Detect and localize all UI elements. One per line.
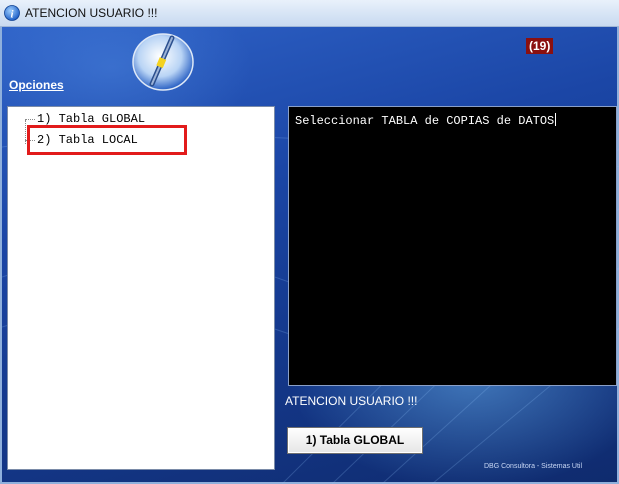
app-logo-icon (132, 33, 194, 91)
status-label: ATENCION USUARIO !!! (285, 394, 418, 408)
tree-item-label: 1) Tabla GLOBAL (37, 112, 146, 126)
options-label: Opciones (9, 78, 64, 92)
tree-branch (25, 118, 35, 120)
text-caret (555, 113, 557, 126)
title-bar[interactable]: i ATENCION USUARIO !!! (0, 0, 619, 27)
selection-highlight (27, 125, 187, 155)
info-icon: i (4, 5, 20, 21)
console-message: Seleccionar TABLA de COPIAS de DATOS (295, 113, 557, 128)
tabla-global-button[interactable]: 1) Tabla GLOBAL (287, 427, 423, 454)
app-window: i ATENCION USUARIO !!! Opciones (19) 1) … (0, 0, 619, 484)
message-console[interactable]: Seleccionar TABLA de COPIAS de DATOS (288, 106, 617, 386)
footer-credit: DBG Consultora - Sistemas Util (484, 463, 583, 470)
window-title: ATENCION USUARIO !!! (25, 6, 158, 20)
counter-badge: (19) (526, 38, 554, 54)
console-text: Seleccionar TABLA de COPIAS de DATOS (295, 114, 555, 128)
main-panel: Opciones (19) 1) Tabla GLOBAL 2) Tabla L… (0, 27, 619, 484)
options-tree[interactable]: 1) Tabla GLOBAL 2) Tabla LOCAL (7, 106, 275, 470)
